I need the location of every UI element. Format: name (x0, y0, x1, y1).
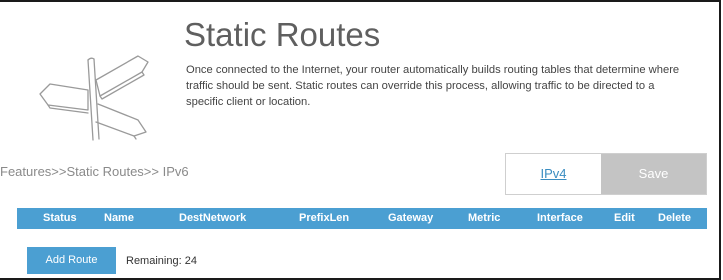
column-header-metric: Metric (468, 212, 501, 224)
column-header-delete: Delete (658, 212, 692, 224)
routes-table-header: Status Name DestNetwork PrefixLen Gatewa… (17, 208, 707, 229)
signpost-icon (39, 55, 149, 141)
column-header-edit: Edit (614, 212, 635, 224)
ipv4-link[interactable]: IPv4 (506, 154, 601, 194)
column-header-name: Name (104, 212, 134, 224)
column-header-destnetwork: DestNetwork (179, 212, 247, 224)
remaining-count: Remaining: 24 (126, 255, 197, 267)
column-header-interface: Interface (537, 212, 583, 224)
column-header-gateway: Gateway (388, 212, 434, 224)
breadcrumb: Features>>Static Routes>> IPv6 (0, 164, 189, 179)
action-bar: IPv4 Save (505, 153, 707, 195)
page-title: Static Routes (184, 16, 381, 53)
add-route-button[interactable]: Add Route (27, 247, 116, 274)
static-routes-panel: Static Routes Once connected to the Inte… (0, 0, 721, 280)
column-header-status: Status (43, 212, 77, 224)
page-description: Once connected to the Internet, your rou… (186, 64, 680, 108)
column-header-prefixlen: PrefixLen (299, 212, 350, 224)
save-button[interactable]: Save (601, 154, 706, 194)
